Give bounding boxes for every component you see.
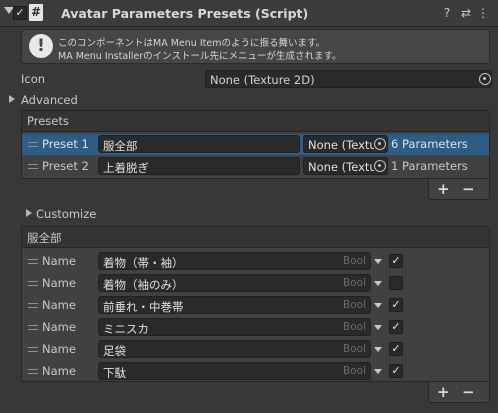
parameter-enabled-checkbox[interactable] xyxy=(389,276,403,290)
component-title: Avatar Parameters Presets (Script) xyxy=(61,6,309,21)
drag-handle-icon[interactable] xyxy=(28,142,38,147)
parameter-type-dropdown-icon[interactable] xyxy=(374,347,382,352)
preset-row-1[interactable]: Preset 1 服全部 None (Texture 6 Parameters xyxy=(22,134,489,155)
parameter-type-hint: Bool xyxy=(343,343,366,355)
info-icon: ! xyxy=(29,34,53,58)
preset-name-value: 服全部 xyxy=(103,139,138,153)
parameter-type-hint: Bool xyxy=(343,277,366,289)
drag-handle-icon[interactable] xyxy=(28,347,38,352)
component-enabled-checkbox[interactable]: ✓ xyxy=(13,6,27,20)
parameter-row[interactable]: Name ミニスカ Bool ✓ xyxy=(22,317,489,338)
drag-handle-icon[interactable] xyxy=(28,164,38,169)
parameter-enabled-checkbox[interactable]: ✓ xyxy=(389,320,403,334)
parameters-footer: + − xyxy=(428,382,490,403)
parameter-enabled-checkbox[interactable]: ✓ xyxy=(389,298,403,312)
preset-icon-value: None (Texture xyxy=(308,138,374,152)
object-picker-icon[interactable] xyxy=(479,73,491,85)
preset-name-field[interactable]: 服全部 xyxy=(98,135,300,153)
presets-list-header: Presets xyxy=(21,110,490,132)
component-header: ✓ # Avatar Parameters Presets (Script) ?… xyxy=(0,0,498,27)
helpbox-line-2: MA Menu Installerのインストール先にメニューが生成されます。 xyxy=(58,51,342,62)
parameter-label: Name xyxy=(42,320,76,334)
parameter-name-value: 足袋 xyxy=(103,344,126,358)
presets-settings-icon[interactable]: ⇄ xyxy=(459,6,473,20)
advanced-foldout[interactable]: Advanced xyxy=(21,93,78,107)
parameter-type-dropdown-icon[interactable] xyxy=(374,281,382,286)
parameter-row[interactable]: Name 着物（袖のみ） Bool xyxy=(22,273,489,294)
add-preset-button[interactable]: + xyxy=(437,181,450,197)
preset-param-count: 6 Parameters xyxy=(391,137,468,151)
icon-texture-field[interactable]: None (Texture 2D) xyxy=(205,70,492,88)
object-picker-icon[interactable] xyxy=(374,160,386,172)
parameter-row[interactable]: Name 足袋 Bool ✓ xyxy=(22,339,489,360)
advanced-foldout-icon[interactable] xyxy=(9,95,15,103)
parameter-enabled-checkbox[interactable]: ✓ xyxy=(389,364,403,378)
context-menu-icon[interactable]: ⋮ xyxy=(476,6,490,20)
parameter-name-value: 着物（袖のみ） xyxy=(103,278,184,292)
preset-param-count: 1 Parameters xyxy=(391,159,468,173)
help-icon[interactable]: ? xyxy=(440,6,454,20)
parameter-label: Name xyxy=(42,276,76,290)
parameter-name-value: 前垂れ・中巻帯 xyxy=(103,300,184,314)
drag-handle-icon[interactable] xyxy=(28,369,38,374)
preset-label: Preset 2 xyxy=(42,159,89,173)
preset-icon-field[interactable]: None (Texture xyxy=(303,157,388,175)
parameter-type-hint: Bool xyxy=(343,321,366,333)
parameter-name-field[interactable]: 着物（袖のみ） Bool xyxy=(98,274,371,292)
parameter-label: Name xyxy=(42,298,76,312)
parameter-name-field[interactable]: 前垂れ・中巻帯 Bool xyxy=(98,296,371,314)
preset-icon-value: None (Texture xyxy=(308,160,374,174)
parameter-name-field[interactable]: ミニスカ Bool xyxy=(98,318,371,336)
parameter-type-dropdown-icon[interactable] xyxy=(374,325,382,330)
presets-footer: + − xyxy=(428,179,490,200)
icon-texture-value: None (Texture 2D) xyxy=(210,73,315,87)
parameters-list: Name 着物（帯・袖） Bool ✓ Name 着物（袖のみ） Bool Na… xyxy=(21,248,490,382)
drag-handle-icon[interactable] xyxy=(28,303,38,308)
remove-parameter-button[interactable]: − xyxy=(462,384,475,400)
preset-name-field[interactable]: 上着脱ぎ xyxy=(98,157,300,175)
preset-icon-field[interactable]: None (Texture xyxy=(303,135,388,153)
parameter-label: Name xyxy=(42,254,76,268)
parameter-enabled-checkbox[interactable]: ✓ xyxy=(389,342,403,356)
parameter-row[interactable]: Name 下駄 Bool ✓ xyxy=(22,361,489,382)
customize-foldout-icon[interactable] xyxy=(26,209,32,217)
presets-header-label: Presets xyxy=(27,114,69,128)
drag-handle-icon[interactable] xyxy=(28,259,38,264)
parameter-enabled-checkbox[interactable]: ✓ xyxy=(389,254,403,268)
parameter-name-value: 着物（帯・袖） xyxy=(103,256,184,270)
parameters-list-header: 服全部 xyxy=(21,226,490,248)
parameter-label: Name xyxy=(42,364,76,378)
preset-row-2[interactable]: Preset 2 上着脱ぎ None (Texture 1 Parameters xyxy=(22,156,489,177)
parameter-type-dropdown-icon[interactable] xyxy=(374,303,382,308)
parameter-type-dropdown-icon[interactable] xyxy=(374,369,382,374)
add-parameter-button[interactable]: + xyxy=(437,384,450,400)
helpbox-line-1: このコンポーネントはMA Menu Itemのように振る舞います。 xyxy=(58,38,325,49)
info-helpbox: ! このコンポーネントはMA Menu Itemのように振る舞います。 MA M… xyxy=(21,29,490,64)
presets-list: Preset 1 服全部 None (Texture 6 Parameters … xyxy=(21,132,490,179)
customize-foldout[interactable]: Customize xyxy=(36,207,96,221)
drag-handle-icon[interactable] xyxy=(28,281,38,286)
preset-name-value: 上着脱ぎ xyxy=(103,161,149,175)
remove-preset-button[interactable]: − xyxy=(462,181,475,197)
parameter-type-dropdown-icon[interactable] xyxy=(374,259,382,264)
parameter-name-field[interactable]: 着物（帯・袖） Bool xyxy=(98,252,371,270)
parameter-type-hint: Bool xyxy=(343,365,366,377)
parameter-name-value: 下駄 xyxy=(103,366,126,380)
icon-label: Icon xyxy=(21,72,46,86)
parameters-header-label: 服全部 xyxy=(27,231,62,245)
preset-label: Preset 1 xyxy=(42,137,89,151)
parameter-type-hint: Bool xyxy=(343,299,366,311)
parameter-label: Name xyxy=(42,342,76,356)
drag-handle-icon[interactable] xyxy=(28,325,38,330)
script-icon: # xyxy=(29,4,43,21)
parameter-name-field[interactable]: 下駄 Bool xyxy=(98,362,371,380)
object-picker-icon[interactable] xyxy=(374,138,386,150)
parameter-name-field[interactable]: 足袋 Bool xyxy=(98,340,371,358)
parameter-row[interactable]: Name 着物（帯・袖） Bool ✓ xyxy=(22,251,489,272)
parameter-type-hint: Bool xyxy=(343,255,366,267)
parameter-name-value: ミニスカ xyxy=(103,322,149,336)
parameter-row[interactable]: Name 前垂れ・中巻帯 Bool ✓ xyxy=(22,295,489,316)
